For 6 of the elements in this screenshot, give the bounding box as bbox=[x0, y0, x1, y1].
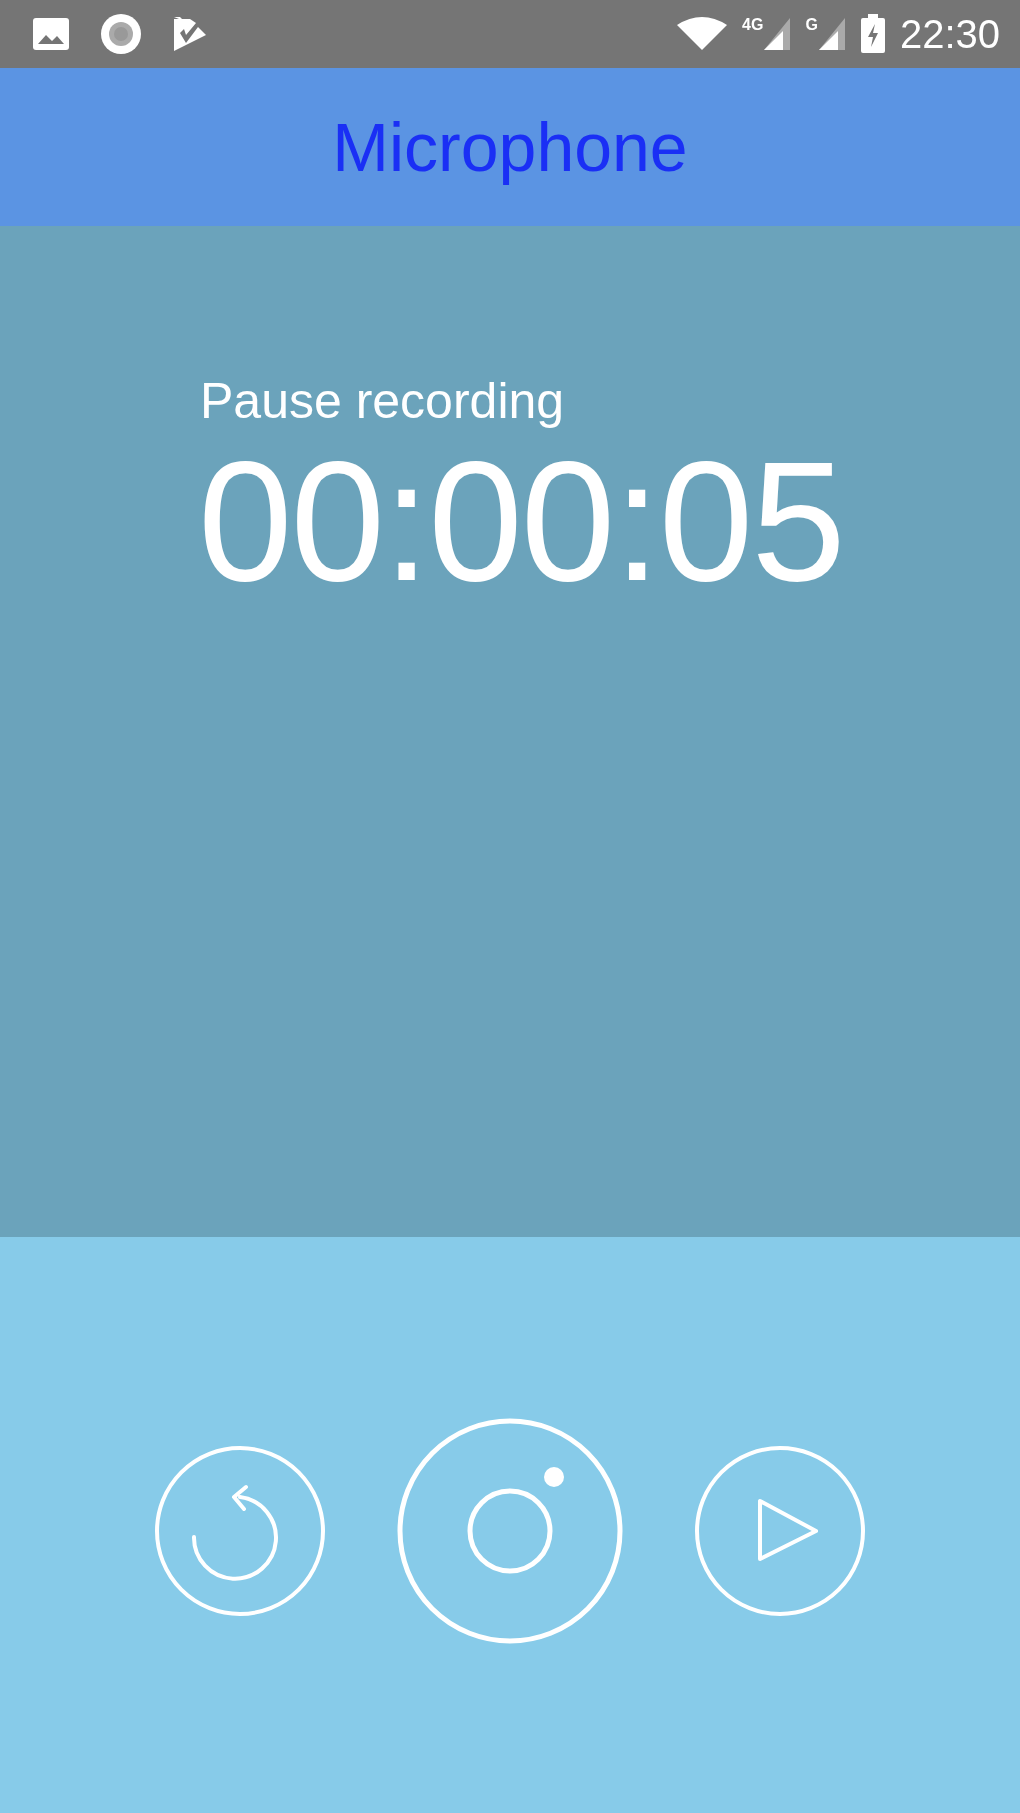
clock-time: 22:30 bbox=[899, 11, 1000, 58]
network-label: G bbox=[805, 17, 818, 33]
recording-status: Pause recording bbox=[200, 376, 566, 426]
network-label: 4G bbox=[742, 17, 764, 33]
recording-timer: 00:00:05 bbox=[198, 436, 845, 606]
app-title: Microphone bbox=[332, 108, 688, 187]
